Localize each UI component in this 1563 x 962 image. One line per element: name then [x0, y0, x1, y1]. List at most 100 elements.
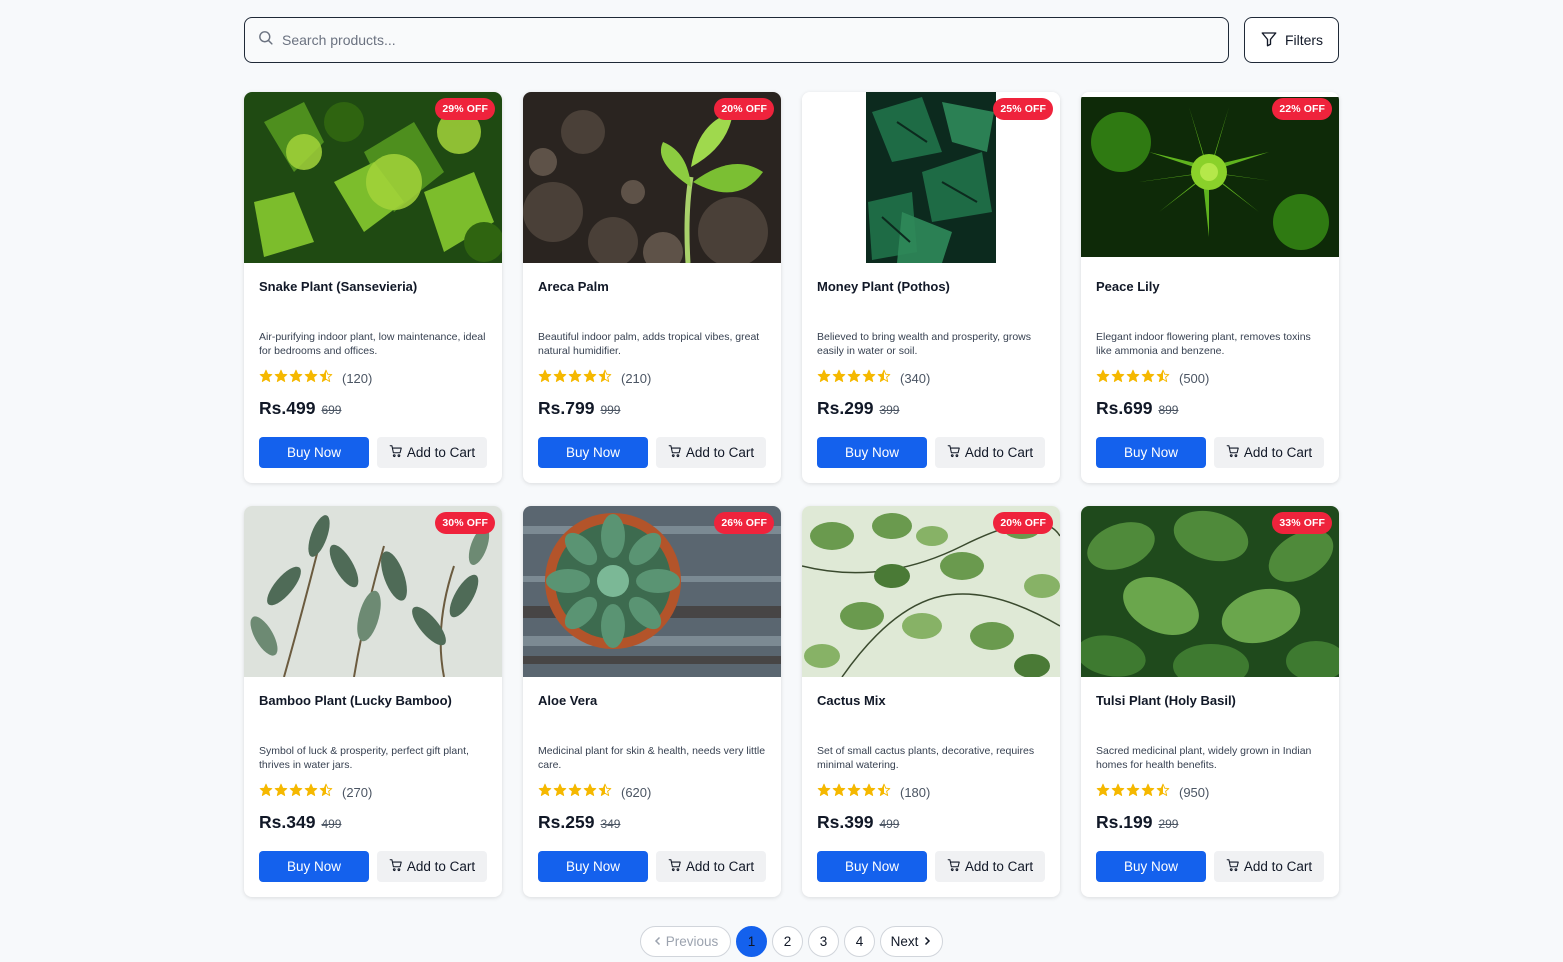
page-1-button[interactable]: 1	[736, 926, 767, 957]
cart-icon	[947, 444, 961, 461]
buy-now-button[interactable]: Buy Now	[538, 437, 648, 468]
product-image[interactable]: 22% OFF	[1081, 92, 1339, 263]
original-price: 499	[879, 817, 900, 831]
page-3-button[interactable]: 3	[808, 926, 839, 957]
star-rating	[538, 369, 612, 388]
product-card[interactable]: 26% OFF Aloe Vera Medicinal plant for sk…	[523, 506, 781, 897]
product-description: Set of small cactus plants, decorative, …	[817, 745, 1035, 771]
add-to-cart-button[interactable]: Add to Cart	[1214, 851, 1324, 882]
sale-price: Rs.299	[817, 398, 874, 418]
product-card[interactable]: 25% OFF Money Plant (Pothos) Believed to…	[802, 92, 1060, 483]
star-icon	[553, 783, 567, 802]
page-4-button[interactable]: 4	[844, 926, 875, 957]
buy-now-button[interactable]: Buy Now	[817, 851, 927, 882]
star-icon	[817, 369, 831, 388]
price-row: Rs.259 349	[538, 812, 620, 833]
add-to-cart-button[interactable]: Add to Cart	[377, 851, 487, 882]
add-to-cart-button[interactable]: Add to Cart	[377, 437, 487, 468]
discount-badge: 20% OFF	[993, 512, 1053, 534]
product-card[interactable]: 20% OFF Cactus Mix Set of small cactus p…	[802, 506, 1060, 897]
star-icon	[259, 783, 273, 802]
product-image[interactable]: 33% OFF	[1081, 506, 1339, 677]
cart-icon	[389, 858, 403, 875]
price-row: Rs.349 499	[259, 812, 341, 833]
star-rating	[259, 783, 333, 802]
product-rating: (340)	[817, 369, 930, 388]
price-row: Rs.199 299	[1096, 812, 1178, 833]
star-icon	[1141, 783, 1155, 802]
star-icon	[1111, 783, 1125, 802]
buy-now-button[interactable]: Buy Now	[538, 851, 648, 882]
star-icon	[1096, 783, 1110, 802]
star-icon	[1156, 369, 1170, 388]
product-rating: (180)	[817, 783, 930, 802]
add-to-cart-button[interactable]: Add to Cart	[935, 437, 1045, 468]
original-price: 899	[1158, 403, 1179, 417]
previous-label: Previous	[665, 934, 719, 949]
star-rating	[538, 783, 612, 802]
star-icon	[1126, 783, 1140, 802]
filters-button[interactable]: Filters	[1244, 17, 1339, 63]
product-card[interactable]: 20% OFF Areca Palm Beautiful indoor palm…	[523, 92, 781, 483]
review-count: (620)	[621, 785, 652, 800]
buy-now-button[interactable]: Buy Now	[1096, 851, 1206, 882]
buy-now-button[interactable]: Buy Now	[817, 437, 927, 468]
product-card[interactable]: 30% OFF Bamboo Plant (Lucky Bamboo) Symb…	[244, 506, 502, 897]
star-icon	[304, 783, 318, 802]
star-icon	[568, 783, 582, 802]
discount-badge: 22% OFF	[1272, 98, 1332, 120]
star-icon	[583, 783, 597, 802]
product-image[interactable]: 20% OFF	[523, 92, 781, 263]
product-card[interactable]: 29% OFF Snake Plant (Sansevieria) Air-pu…	[244, 92, 502, 483]
next-page-button[interactable]: Next	[880, 926, 943, 957]
product-card[interactable]: 22% OFF Peace Lily Elegant indoor flower…	[1081, 92, 1339, 483]
add-to-cart-button[interactable]: Add to Cart	[656, 851, 766, 882]
product-rating: (500)	[1096, 369, 1209, 388]
add-to-cart-label: Add to Cart	[964, 445, 1034, 460]
product-image[interactable]: 26% OFF	[523, 506, 781, 677]
search-bar[interactable]	[244, 17, 1229, 63]
product-image[interactable]: 25% OFF	[802, 92, 1060, 263]
original-price: 999	[600, 403, 621, 417]
buy-now-button[interactable]: Buy Now	[259, 851, 369, 882]
star-icon	[877, 369, 891, 388]
product-rating: (270)	[259, 783, 372, 802]
add-to-cart-button[interactable]: Add to Cart	[935, 851, 1045, 882]
sale-price: Rs.399	[817, 812, 874, 832]
product-card[interactable]: 33% OFF Tulsi Plant (Holy Basil) Sacred …	[1081, 506, 1339, 897]
discount-badge: 26% OFF	[714, 512, 774, 534]
star-icon	[319, 783, 333, 802]
star-rating	[817, 783, 891, 802]
page-2-button[interactable]: 2	[772, 926, 803, 957]
star-rating	[1096, 783, 1170, 802]
add-to-cart-label: Add to Cart	[964, 859, 1034, 874]
star-icon	[568, 369, 582, 388]
pagination: Previous 1 2 3 4 Next	[640, 926, 943, 957]
product-image[interactable]: 20% OFF	[802, 506, 1060, 677]
product-title: Money Plant (Pothos)	[817, 279, 950, 294]
search-input[interactable]	[282, 32, 1182, 48]
product-image[interactable]: 30% OFF	[244, 506, 502, 677]
star-icon	[817, 783, 831, 802]
discount-badge: 30% OFF	[435, 512, 495, 534]
buy-now-button[interactable]: Buy Now	[259, 437, 369, 468]
filters-label: Filters	[1284, 32, 1324, 48]
buy-now-button[interactable]: Buy Now	[1096, 437, 1206, 468]
cart-icon	[1226, 444, 1240, 461]
chevron-right-icon	[922, 934, 932, 949]
product-description: Sacred medicinal plant, widely grown in …	[1096, 745, 1312, 771]
sale-price: Rs.259	[538, 812, 595, 832]
star-icon	[1111, 369, 1125, 388]
add-to-cart-button[interactable]: Add to Cart	[1214, 437, 1324, 468]
original-price: 699	[321, 403, 342, 417]
star-icon	[847, 783, 861, 802]
original-price: 349	[600, 817, 621, 831]
star-icon	[553, 369, 567, 388]
product-description: Elegant indoor flowering plant, removes …	[1096, 331, 1311, 357]
previous-page-button[interactable]: Previous	[640, 926, 731, 957]
product-image[interactable]: 29% OFF	[244, 92, 502, 263]
add-to-cart-button[interactable]: Add to Cart	[656, 437, 766, 468]
filter-icon	[1260, 30, 1278, 51]
product-description: Believed to bring wealth and prosperity,…	[817, 331, 1032, 357]
star-icon	[1156, 783, 1170, 802]
